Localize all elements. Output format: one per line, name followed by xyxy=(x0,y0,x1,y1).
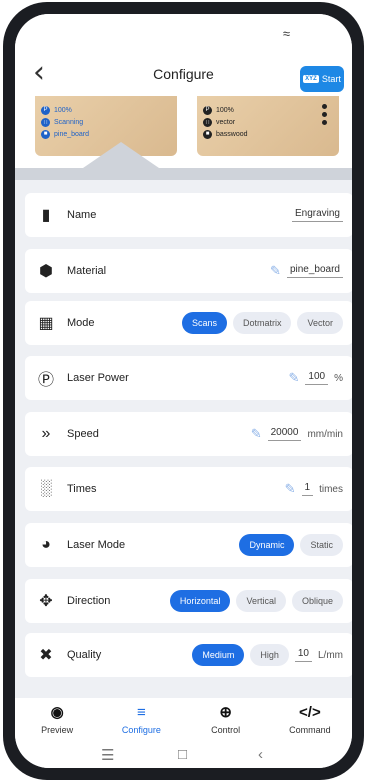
laser-power-row: Ⓟ Laser Power ✎ 100 % xyxy=(25,356,352,400)
bar-chart-icon: ░ xyxy=(40,480,52,497)
phone-frame: ≈ ‹ Configure XYZ Start P 100% ∷ Scanning … xyxy=(3,2,364,780)
crosshair-icon: ⊕ xyxy=(219,704,232,721)
laser-mode-option-dynamic[interactable]: Dynamic xyxy=(239,534,295,556)
laser-mode-label: Laser Mode xyxy=(67,539,126,551)
card-mode: Scanning xyxy=(54,118,84,126)
file-icon: ▮ xyxy=(41,207,51,224)
speed-label: Speed xyxy=(67,428,99,440)
move-arrows-icon: ✥ xyxy=(39,593,53,610)
laser-mode-option-static[interactable]: Static xyxy=(300,534,343,556)
material-label: Material xyxy=(67,265,107,277)
mode-option-dotmatrix[interactable]: Dotmatrix xyxy=(232,312,292,334)
more-options-icon[interactable] xyxy=(322,104,327,125)
nav-label: Control xyxy=(211,725,241,735)
mode-icon: ∷ xyxy=(41,117,50,127)
direction-option-oblique[interactable]: Oblique xyxy=(291,590,343,612)
home-icon[interactable]: □ xyxy=(178,746,187,763)
quality-unit: L/mm xyxy=(318,649,343,661)
nav-configure[interactable]: ≡ Configure xyxy=(99,698,183,742)
nav-control[interactable]: ⊕ Control xyxy=(184,698,268,742)
card-material: basswood xyxy=(216,130,248,138)
material-input[interactable]: pine_board xyxy=(286,264,343,278)
eye-icon: ◉ xyxy=(50,704,64,721)
bottom-nav: ◉ Preview ≡ Configure ⊕ Control </> Comm… xyxy=(15,698,352,742)
card-material: pine_board xyxy=(54,130,90,138)
power-icon: P xyxy=(203,105,212,115)
mode-icon: ∷ xyxy=(203,117,212,127)
edit-icon[interactable]: ✎ xyxy=(285,481,296,497)
direction-option-horizontal[interactable]: Horizontal xyxy=(169,590,231,612)
app-screen: ≈ ‹ Configure XYZ Start P 100% ∷ Scanning … xyxy=(15,14,352,768)
power-icon: P xyxy=(41,105,50,115)
mode-row: ▦ Mode Scans Dotmatrix Vector xyxy=(25,301,352,345)
material-row: ⬢ Material ✎ pine_board xyxy=(25,249,352,293)
card-mode-row: ∷ vector xyxy=(203,116,333,128)
grid-icon: ▦ xyxy=(38,315,54,332)
card-mode: vector xyxy=(216,118,236,126)
code-icon: </> xyxy=(299,704,321,721)
mode-option-scans[interactable]: Scans xyxy=(181,312,227,334)
speed-input[interactable]: 20000 xyxy=(267,427,302,441)
card-material-row: ■ pine_board xyxy=(41,128,171,140)
quality-row: ✖ Quality Medium High 10 L/mm xyxy=(25,633,352,677)
quality-input[interactable]: 10 xyxy=(294,648,312,662)
laser-power-label: Laser Power xyxy=(67,372,129,384)
card-power-row: P 100% xyxy=(41,104,171,116)
name-input[interactable]: Engraving xyxy=(291,208,343,222)
sliders-icon: ≡ xyxy=(136,704,146,721)
settings-background xyxy=(15,168,352,180)
menu-icon[interactable]: ☰ xyxy=(101,746,114,764)
direction-label: Direction xyxy=(67,595,111,607)
selection-pointer xyxy=(83,142,159,168)
nav-label: Configure xyxy=(121,725,161,735)
card-power-row: P 100% xyxy=(203,104,333,116)
back-nav-icon[interactable]: ‹ xyxy=(258,746,263,763)
tools-icon: ✖ xyxy=(39,647,53,664)
gauge-icon: ◕ xyxy=(41,536,51,553)
edit-icon[interactable]: ✎ xyxy=(270,263,281,279)
start-button[interactable]: XYZ Start xyxy=(300,66,344,92)
direction-option-vertical[interactable]: Vertical xyxy=(236,590,286,612)
cube-icon: ⬢ xyxy=(39,263,53,280)
material-icon: ■ xyxy=(203,129,212,139)
laser-power-input[interactable]: 100 xyxy=(305,371,329,385)
times-label: Times xyxy=(67,483,97,495)
edit-icon[interactable]: ✎ xyxy=(289,370,300,386)
app-header: ‹ Configure XYZ Start xyxy=(15,52,352,96)
quality-option-high[interactable]: High xyxy=(250,644,289,666)
laser-power-unit: % xyxy=(334,372,343,384)
nav-label: Preview xyxy=(41,725,74,735)
wifi-icon: ≈ xyxy=(282,26,290,41)
nav-preview[interactable]: ◉ Preview xyxy=(15,698,99,742)
status-bar: ≈ xyxy=(15,14,352,52)
nav-label: Command xyxy=(289,725,331,735)
start-label: Start xyxy=(321,74,341,84)
power-icon: Ⓟ xyxy=(37,372,54,389)
name-label: Name xyxy=(67,209,97,221)
times-unit: times xyxy=(319,483,343,495)
speed-unit: mm/min xyxy=(307,428,343,440)
times-input[interactable]: 1 xyxy=(301,482,314,496)
mode-label: Mode xyxy=(67,317,95,329)
nav-command[interactable]: </> Command xyxy=(268,698,352,742)
laser-mode-row: ◕ Laser Mode Dynamic Static xyxy=(25,523,352,567)
system-nav-bar: ☰ □ ‹ xyxy=(15,742,352,768)
name-row: ▮ Name Engraving xyxy=(25,193,352,237)
card-power: 100% xyxy=(54,106,72,114)
card-power: 100% xyxy=(216,106,234,114)
preview-card[interactable]: P 100% ∷ vector ■ basswood xyxy=(197,96,339,156)
running-icon: » xyxy=(41,425,51,442)
card-mode-row: ∷ Scanning xyxy=(41,116,171,128)
direction-row: ✥ Direction Horizontal Vertical Oblique xyxy=(25,579,352,623)
speed-row: » Speed ✎ 20000 mm/min xyxy=(25,412,352,456)
xyz-badge: XYZ xyxy=(303,75,319,83)
times-row: ░ Times ✎ 1 times xyxy=(25,467,352,511)
card-material-row: ■ basswood xyxy=(203,128,333,140)
mode-option-vector[interactable]: Vector xyxy=(297,312,343,334)
quality-option-medium[interactable]: Medium xyxy=(192,644,245,666)
quality-label: Quality xyxy=(67,649,102,661)
material-icon: ■ xyxy=(41,129,50,139)
edit-icon[interactable]: ✎ xyxy=(251,426,262,442)
